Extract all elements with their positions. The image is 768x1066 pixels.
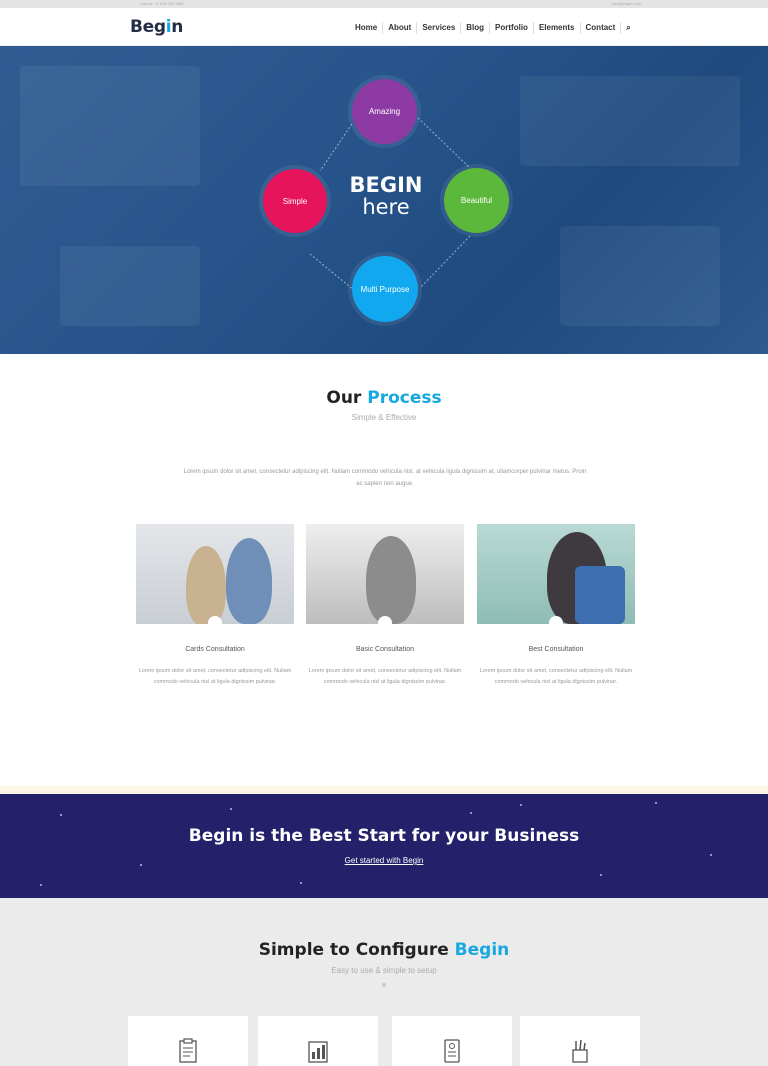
- star-decoration: [60, 814, 62, 816]
- site-header: Begin Home About Services Blog Portfolio…: [0, 8, 768, 46]
- process-description: Lorem ipsum dolor sit amet, consectetur …: [183, 469, 587, 487]
- hero-title-line2: here: [362, 195, 410, 219]
- feature-card[interactable]: [258, 1016, 378, 1066]
- process-title-accent: Process: [367, 388, 442, 408]
- nav-item-blog[interactable]: Blog: [461, 22, 491, 34]
- circle-beautiful[interactable]: Beautiful: [444, 168, 509, 233]
- top-bar: Call us: +1 800 123 4567 info@begin.com: [0, 0, 768, 8]
- topbar-contact: Call us: +1 800 123 4567: [140, 1, 185, 6]
- star-decoration: [600, 874, 602, 876]
- photo-shirt: [575, 566, 625, 624]
- nav-item-portfolio[interactable]: Portfolio: [490, 22, 534, 34]
- circle-amazing[interactable]: Amazing: [352, 79, 417, 144]
- photo-person: [366, 536, 416, 624]
- configure-heading: Simple to Configure Begin: [0, 940, 768, 960]
- feature-card[interactable]: [128, 1016, 248, 1066]
- divider-dot: [382, 983, 386, 987]
- star-decoration: [300, 882, 302, 884]
- feature-card[interactable]: [520, 1016, 640, 1066]
- site-logo[interactable]: Begin: [130, 17, 183, 37]
- process-card: Basic Consultation Lorem ipsum dolor sit…: [306, 524, 466, 704]
- nav-item-contact[interactable]: Contact: [581, 22, 622, 34]
- clipboard-icon: [179, 1038, 197, 1063]
- configure-title-accent: Begin: [454, 940, 510, 960]
- nav-item-services[interactable]: Services: [417, 22, 462, 34]
- circle-simple[interactable]: Simple: [263, 169, 327, 233]
- topbar-email[interactable]: info@begin.com: [555, 0, 641, 8]
- process-card: Best Consultation Lorem ipsum dolor sit …: [477, 524, 637, 704]
- hero-title-line1: BEGIN: [349, 173, 423, 197]
- process-card: Cards Consultation Lorem ipsum dolor sit…: [136, 524, 296, 704]
- nav-item-about[interactable]: About: [383, 22, 418, 34]
- star-decoration: [470, 812, 472, 814]
- logo-text-main: Beg: [130, 17, 166, 37]
- card-photo: [136, 524, 294, 624]
- feature-card[interactable]: [392, 1016, 512, 1066]
- configure-subtitle: Easy to use & simple to setup: [331, 966, 437, 975]
- card-text: Lorem ipsum dolor sit amet, consectetur …: [308, 668, 462, 685]
- configure-title-main: Simple to Configure: [258, 940, 455, 960]
- card-text: Lorem ipsum dolor sit amet, consectetur …: [479, 668, 633, 685]
- banner-title: Begin is the Best Start for your Busines…: [188, 826, 580, 846]
- document-icon: [444, 1039, 460, 1063]
- card-text: Lorem ipsum dolor sit amet, consectetur …: [138, 668, 292, 685]
- card-badge-icon: [549, 616, 563, 630]
- section-divider: [0, 786, 768, 794]
- main-nav: Home About Services Blog Portfolio Eleme…: [350, 22, 636, 34]
- logo-text-end: n: [171, 17, 184, 37]
- search-icon[interactable]: ⌕: [621, 22, 635, 34]
- cta-banner: Begin is the Best Start for your Busines…: [0, 794, 768, 898]
- star-decoration: [520, 804, 522, 806]
- process-title-main: Our: [326, 388, 368, 408]
- card-badge-icon: [378, 616, 392, 630]
- hero-title: BEGIN here: [340, 174, 432, 218]
- banner-link[interactable]: Get started with Begin: [0, 856, 768, 865]
- card-badge-icon: [208, 616, 222, 630]
- photo-person: [186, 546, 226, 624]
- pencils-icon: [572, 1039, 588, 1063]
- star-decoration: [655, 802, 657, 804]
- configure-section: Simple to Configure Begin Easy to use & …: [0, 898, 768, 1066]
- card-title: Best Consultation: [528, 646, 584, 653]
- photo-person: [226, 538, 272, 624]
- card-photo: [306, 524, 464, 624]
- chart-icon: [308, 1041, 328, 1063]
- nav-item-elements[interactable]: Elements: [534, 22, 581, 34]
- card-title: Basic Consultation: [356, 646, 414, 653]
- card-photo: [477, 524, 635, 624]
- circle-multipurpose[interactable]: Multi Purpose: [352, 256, 418, 322]
- process-heading: Our Process: [0, 388, 768, 408]
- nav-item-home[interactable]: Home: [350, 22, 384, 34]
- hero-section: Amazing Simple Beautiful Multi Purpose B…: [0, 46, 768, 354]
- card-title: Cards Consultation: [185, 646, 245, 653]
- star-decoration: [40, 884, 42, 886]
- process-subtitle: Simple & Effective: [351, 413, 417, 422]
- star-decoration: [230, 808, 232, 810]
